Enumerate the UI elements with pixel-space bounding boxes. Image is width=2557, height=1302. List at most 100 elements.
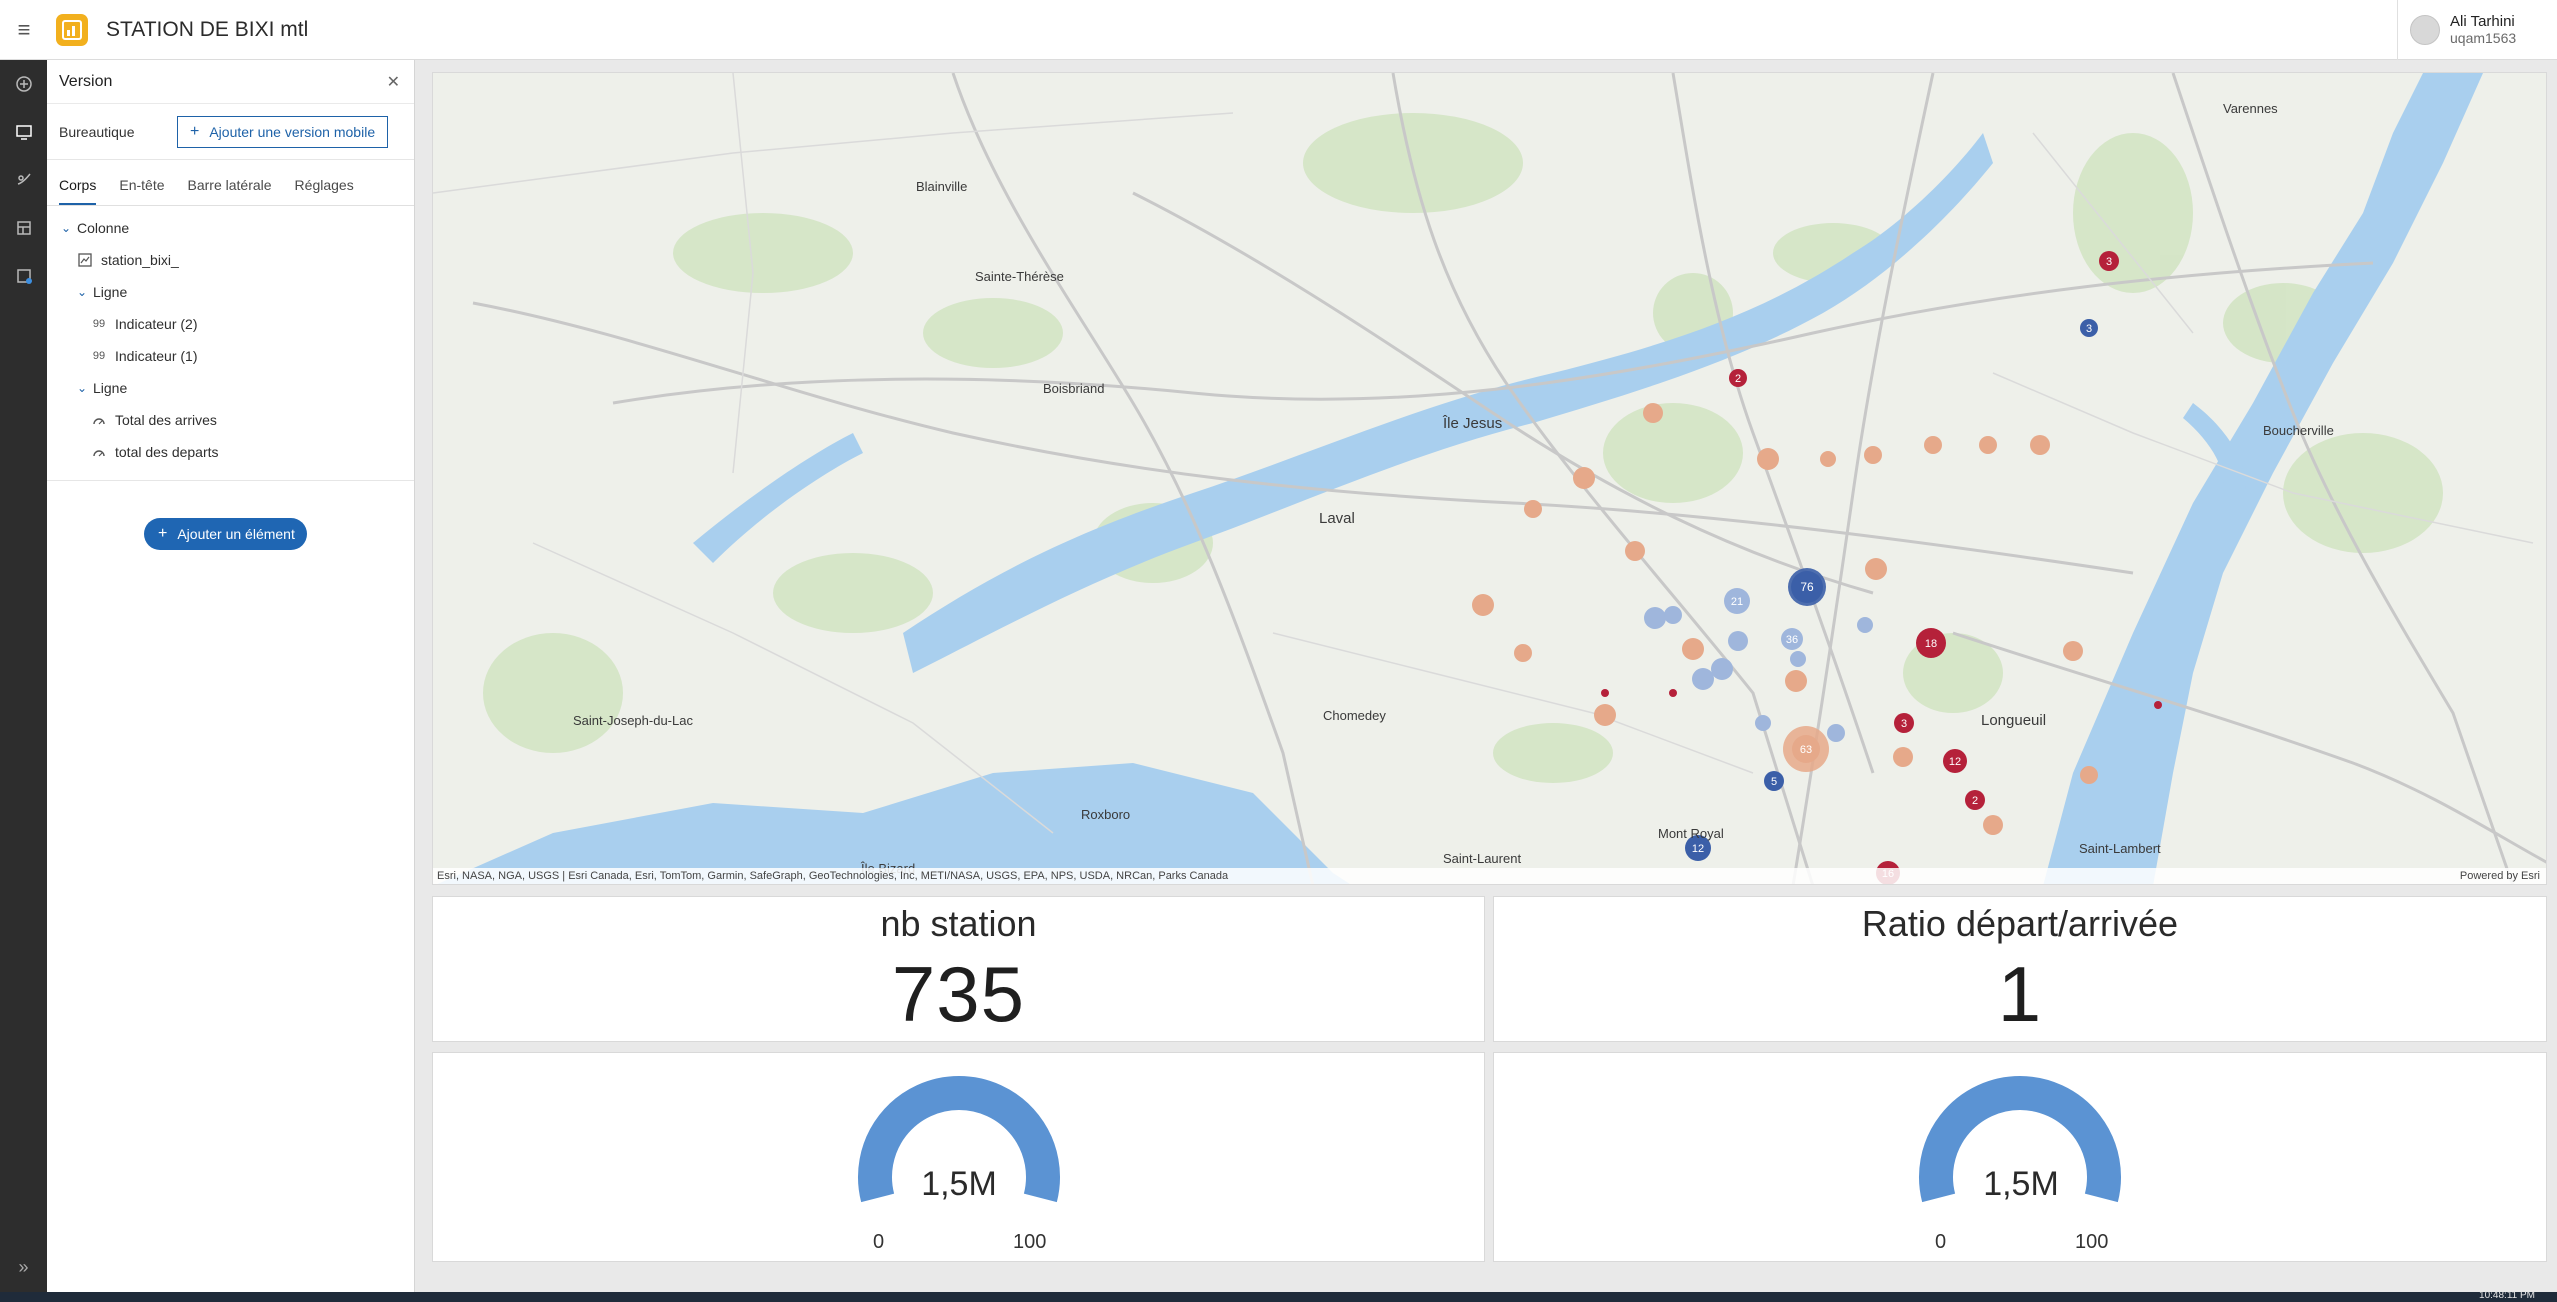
gauge-icon [91, 445, 107, 459]
chevron-down-icon: ⌄ [77, 285, 88, 299]
dashboard-canvas: 7663 183 122 1612 53 32 2136 Blainville … [416, 60, 2557, 1292]
settings-icon[interactable] [0, 252, 47, 300]
tree-item-label: Colonne [77, 220, 130, 236]
map-attribution: Esri, NASA, NGA, USGS | Esri Canada, Esr… [433, 868, 2546, 884]
map-label: Saint-Lambert [2079, 841, 2161, 856]
gauge-max: 100 [2075, 1231, 2109, 1253]
map-label: Boisbriand [1043, 381, 1104, 396]
map-label: Laval [1319, 510, 1355, 527]
svg-text:21: 21 [1731, 596, 1743, 608]
map-label: Île Jesus [1442, 415, 1502, 432]
app-title: STATION DE BIXI mtl [106, 17, 309, 41]
add-icon[interactable] [0, 60, 47, 108]
map-label: Saint-Laurent [1443, 851, 1521, 866]
config-panel: Version ✕ Bureautique + Ajouter une vers… [47, 60, 415, 1292]
gauge-min: 0 [1935, 1231, 1947, 1253]
indicator-title: nb station [880, 903, 1037, 944]
svg-text:18: 18 [1925, 638, 1937, 650]
add-element-button[interactable]: + Ajouter un élément [144, 518, 307, 550]
map-label: Sainte-Thérèse [975, 269, 1064, 284]
powered-by-esri: Powered by Esri [2459, 870, 2540, 882]
taskbar-clock: 10:48:11 PM [2479, 1290, 2535, 1301]
tree-item-gauge[interactable]: total des departs [47, 436, 414, 468]
tree-item-ligne[interactable]: ⌄ Ligne [47, 276, 414, 308]
user-login: uqam1563 [2450, 30, 2517, 46]
avatar [2410, 15, 2440, 45]
close-icon[interactable]: ✕ [387, 72, 400, 92]
indicator-icon: 99 [92, 350, 106, 362]
plus-icon: + [190, 122, 200, 140]
map-icon [77, 253, 93, 267]
divider [47, 480, 414, 481]
app-logo-icon [56, 13, 88, 46]
indicator-icon: 99 [92, 318, 106, 330]
svg-text:12: 12 [1949, 756, 1961, 768]
svg-text:2: 2 [1972, 795, 1978, 807]
indicator-title: Ratio départ/arrivée [1861, 903, 2179, 944]
map-label: Mont Royal [1658, 826, 1724, 841]
user-name: Ali Tarhini [2450, 13, 2515, 30]
tree-item-colonne[interactable]: ⌄ Colonne [47, 212, 414, 244]
indicator-value: 735 [891, 950, 1026, 1038]
tab-barre-laterale[interactable]: Barre latérale [188, 177, 272, 205]
gauge-arc [858, 1076, 1060, 1203]
tab-reglages[interactable]: Réglages [295, 177, 354, 205]
tab-en-tete[interactable]: En-tête [119, 177, 164, 205]
os-taskbar: 10:48:11 PM [0, 1290, 2557, 1302]
expand-icon[interactable]: » [0, 1257, 47, 1278]
tree-item-label: total des departs [115, 444, 219, 460]
map-label: Longueuil [1981, 712, 2046, 729]
tree-item-indicator[interactable]: 99 Indicateur (1) [47, 340, 414, 372]
add-mobile-version-button[interactable]: + Ajouter une version mobile [177, 115, 389, 148]
map-label: Roxboro [1081, 807, 1130, 822]
panel-title: Version [59, 72, 113, 90]
tree-item-label: Total des arrives [115, 412, 217, 428]
gauge-total-departs[interactable]: 1,5M 0 100 [1493, 1052, 2547, 1262]
indicator-ratio[interactable]: Ratio départ/arrivée 1 [1493, 896, 2547, 1042]
tree-item-map[interactable]: station_bixi_ [47, 244, 414, 276]
layout-icon[interactable] [0, 108, 47, 156]
map-label: Varennes [2223, 101, 2278, 116]
gauge-arc [1919, 1076, 2121, 1203]
tree-item-label: Ligne [93, 380, 128, 396]
tree-item-label: Indicateur (1) [115, 348, 198, 364]
gauge-center-value: 1,5M [1983, 1165, 2059, 1203]
version-label: Bureautique [59, 123, 135, 140]
svg-text:2: 2 [1735, 373, 1741, 385]
gauge-icon [91, 413, 107, 427]
svg-text:5: 5 [1771, 776, 1777, 788]
user-menu[interactable]: Ali Tarhini uqam1563 [2397, 0, 2557, 60]
tree-item-gauge[interactable]: Total des arrives [47, 404, 414, 436]
tree-item-label: station_bixi_ [101, 252, 179, 268]
tree-item-indicator[interactable]: 99 Indicateur (2) [47, 308, 414, 340]
map-label: Boucherville [2263, 423, 2334, 438]
map-basemap[interactable]: 7663 183 122 1612 53 32 2136 Blainville … [433, 73, 2547, 885]
add-mobile-version-label: Ajouter une version mobile [209, 123, 376, 140]
action-bar: » [0, 60, 47, 1292]
svg-text:3: 3 [2106, 256, 2112, 268]
element-tree: ⌄ Colonne station_bixi_ ⌄ Ligne 99 Indic… [47, 206, 414, 481]
gauge-max: 100 [1013, 1231, 1047, 1253]
menu-icon[interactable]: ≡ [0, 0, 48, 60]
theme-icon[interactable] [0, 156, 47, 204]
svg-text:63: 63 [1800, 744, 1812, 756]
add-element-label: Ajouter un élément [177, 526, 295, 542]
tree-item-ligne[interactable]: ⌄ Ligne [47, 372, 414, 404]
map-label: Saint-Joseph-du-Lac [573, 713, 693, 728]
gauge-center-value: 1,5M [921, 1165, 997, 1203]
svg-text:3: 3 [2086, 323, 2092, 335]
map-label: Chomedey [1323, 708, 1386, 723]
svg-text:3: 3 [1901, 718, 1907, 730]
data-icon[interactable] [0, 204, 47, 252]
gauge-total-arrivees[interactable]: 1,5M 0 100 [432, 1052, 1485, 1262]
svg-text:36: 36 [1786, 634, 1798, 646]
map-attribution-text: Esri, NASA, NGA, USGS | Esri Canada, Esr… [437, 870, 1229, 882]
panel-tabs: Corps En-tête Barre latérale Réglages [47, 160, 414, 206]
indicator-nb-station[interactable]: nb station 735 [432, 896, 1485, 1042]
indicator-value: 1 [1997, 950, 2043, 1038]
map-label: Blainville [916, 179, 967, 194]
svg-text:12: 12 [1692, 843, 1704, 855]
plus-icon: + [158, 525, 168, 542]
map-widget[interactable]: 7663 183 122 1612 53 32 2136 Blainville … [432, 72, 2547, 885]
tab-corps[interactable]: Corps [59, 177, 97, 205]
